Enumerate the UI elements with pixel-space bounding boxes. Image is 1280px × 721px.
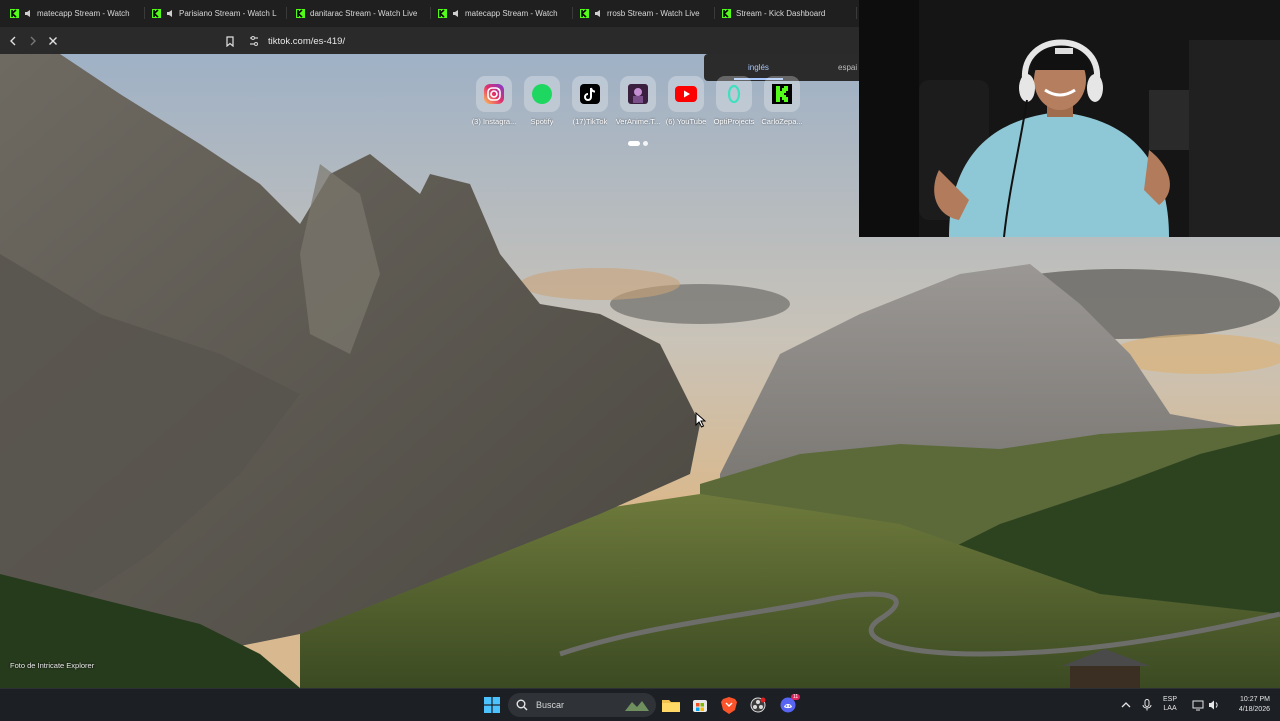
- clock-date: 4/18/2026: [1238, 706, 1270, 713]
- shortcut-tiktok[interactable]: (17)TikTok: [566, 76, 614, 126]
- speaker-icon[interactable]: [24, 9, 33, 18]
- shortcut-page-indicator: [628, 141, 648, 146]
- taskbar-recorder[interactable]: [748, 695, 768, 715]
- tab-matecapp-2[interactable]: matecapp Stream - Watch: [438, 4, 573, 23]
- tab-danitarac[interactable]: danitarac Stream - Watch Live: [296, 4, 431, 23]
- kick-icon: [722, 9, 731, 18]
- network-icon: [1192, 700, 1204, 711]
- search-icon: [516, 699, 528, 711]
- close-icon: [49, 37, 57, 45]
- store-icon: [693, 700, 707, 712]
- tray-volume[interactable]: [1204, 695, 1224, 715]
- stop-loading-button[interactable]: [45, 33, 61, 49]
- taskbar-discord[interactable]: 11: [778, 694, 801, 715]
- bookmark-button[interactable]: [222, 33, 238, 49]
- translate-option-english[interactable]: inglés: [734, 63, 783, 80]
- taskbar-clock[interactable]: 10:27 PM 4/18/2026: [1226, 695, 1270, 715]
- page-dot[interactable]: [643, 141, 648, 146]
- taskbar-file-explorer[interactable]: [661, 695, 681, 715]
- instagram-icon: [476, 76, 512, 112]
- tiktok-icon: [572, 76, 608, 112]
- tab-kick-dashboard[interactable]: Stream - Kick Dashboard: [722, 4, 857, 23]
- address-bar[interactable]: tiktok.com/es-419/: [248, 32, 848, 50]
- folder-icon: [662, 700, 680, 712]
- brave-icon: [721, 696, 737, 714]
- taskbar-store[interactable]: [690, 695, 710, 715]
- shortcut-grid: (3) Instagra... Spotify (17)TikTok VerAn…: [470, 76, 806, 126]
- shortcut-label: (6) YouTube: [665, 117, 707, 126]
- start-button[interactable]: [482, 695, 502, 715]
- site-info-icon[interactable]: [248, 35, 260, 47]
- tray-overflow-button[interactable]: [1116, 695, 1136, 715]
- chevron-left-icon: [10, 36, 16, 46]
- tab-matecapp-1[interactable]: matecapp Stream - Watch: [10, 4, 145, 23]
- kick-icon: [296, 9, 305, 18]
- tab-rrosb[interactable]: rrosb Stream - Watch Live: [580, 4, 715, 23]
- tab-label: Parisiano Stream - Watch L: [179, 9, 277, 18]
- browser-toolbar: tiktok.com/es-419/: [0, 27, 860, 54]
- tab-label: Stream - Kick Dashboard: [736, 9, 826, 18]
- kick-icon: [10, 9, 19, 18]
- speaker-icon[interactable]: [166, 9, 175, 18]
- microphone-icon: [1142, 699, 1152, 711]
- tab-label: matecapp Stream - Watch: [37, 9, 130, 18]
- mouse-cursor-icon: [695, 412, 707, 428]
- search-highlight-icon: [625, 701, 649, 711]
- shortcut-veranime[interactable]: VerAnime.T...: [614, 76, 662, 126]
- back-button[interactable]: [5, 33, 21, 49]
- input-language-indicator[interactable]: ESP LAA: [1163, 695, 1177, 713]
- shortcut-youtube[interactable]: (6) YouTube: [662, 76, 710, 126]
- url-text: tiktok.com/es-419/: [268, 35, 346, 47]
- clock-time: 10:27 PM: [1240, 696, 1270, 703]
- photo-credit[interactable]: Foto de Intricate Explorer: [10, 661, 94, 670]
- speaker-icon[interactable]: [452, 9, 461, 18]
- bookmark-icon: [226, 35, 234, 47]
- webcam-overlay: [859, 0, 1280, 237]
- search-label: Buscar: [536, 700, 565, 710]
- taskbar-brave[interactable]: [719, 695, 739, 715]
- youtube-icon: [668, 76, 704, 112]
- taskbar-search-box[interactable]: Buscar: [508, 693, 656, 717]
- veranime-icon: [620, 76, 656, 112]
- tab-label: danitarac Stream - Watch Live: [310, 9, 418, 18]
- shortcut-spotify[interactable]: Spotify: [518, 76, 566, 126]
- volume-icon: [1209, 700, 1218, 710]
- shortcut-label: CarloZepa...: [761, 117, 803, 126]
- forward-button[interactable]: [25, 33, 41, 49]
- shortcut-label: (3) Instagra...: [471, 117, 517, 126]
- shortcut-optiprojects[interactable]: OptiProjects: [710, 76, 758, 126]
- kick-icon: [438, 9, 447, 18]
- speaker-icon[interactable]: [594, 9, 603, 18]
- tab-label: rrosb Stream - Watch Live: [607, 9, 700, 18]
- chevron-right-icon: [30, 36, 36, 46]
- windows-taskbar: Buscar 11 ESP LAA 10:27 PM 4/18/2026: [0, 688, 1280, 721]
- keyboard-layout: LAA: [1163, 705, 1177, 712]
- tray-microphone[interactable]: [1137, 695, 1157, 715]
- page-dot-active[interactable]: [628, 141, 640, 146]
- shortcut-kick[interactable]: CarloZepa...: [758, 76, 806, 126]
- language-code: ESP: [1163, 696, 1178, 703]
- discord-badge: 11: [791, 694, 801, 700]
- kick-icon: [580, 9, 589, 18]
- webcam-feed-image: [859, 0, 1280, 237]
- kick-icon: [152, 9, 161, 18]
- obs-icon: [750, 697, 766, 713]
- spotify-icon: [524, 76, 560, 112]
- shortcut-label: OptiProjects: [713, 117, 755, 126]
- optiprojects-icon: [716, 76, 752, 112]
- translate-option-spanish[interactable]: espai: [838, 63, 857, 72]
- shortcut-label: Spotify: [530, 117, 554, 126]
- kick-icon: [764, 76, 800, 112]
- tab-label: matecapp Stream - Watch: [465, 9, 558, 18]
- shortcut-label: (17)TikTok: [572, 117, 608, 126]
- windows-logo-icon: [484, 697, 500, 713]
- chevron-up-icon: [1121, 702, 1131, 708]
- tab-parisiano[interactable]: Parisiano Stream - Watch L: [152, 4, 287, 23]
- shortcut-instagram[interactable]: (3) Instagra...: [470, 76, 518, 126]
- shortcut-label: VerAnime.T...: [615, 117, 661, 126]
